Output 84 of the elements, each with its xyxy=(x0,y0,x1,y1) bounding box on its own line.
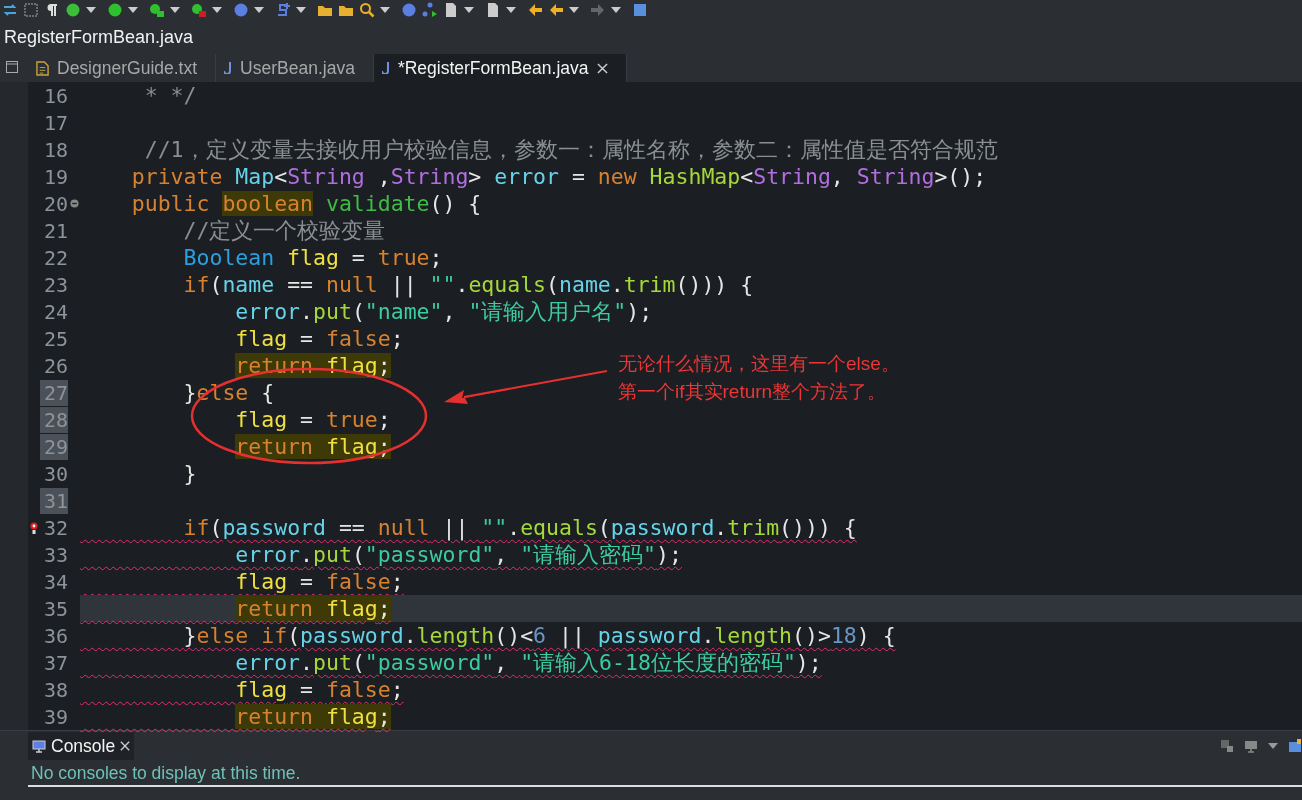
line-number: 33 xyxy=(42,541,68,568)
code-line: //定义一个校验变量 xyxy=(182,217,386,243)
code-line: flag = false; xyxy=(234,676,404,702)
console-tab[interactable]: Console xyxy=(28,732,135,760)
dropdown-caret-icon[interactable] xyxy=(296,7,306,13)
java-file-icon xyxy=(224,62,233,74)
window-icon[interactable] xyxy=(632,2,648,18)
code-line: error.put("password", "请输入密码"); xyxy=(234,541,682,567)
back-arrow-icon[interactable] xyxy=(548,2,564,18)
line-number: 34 xyxy=(42,568,68,595)
window-title: RegisterFormBean.java xyxy=(0,20,1302,54)
code-line: flag = false; xyxy=(234,568,404,594)
dropdown-caret-icon[interactable] xyxy=(506,7,516,13)
dropdown-caret-icon[interactable] xyxy=(170,7,180,13)
line-number: 28 xyxy=(40,406,68,433)
code-line: } xyxy=(182,460,197,486)
line-number: 37 xyxy=(42,649,68,676)
close-icon[interactable] xyxy=(120,741,131,751)
line-number: 35 xyxy=(42,595,68,622)
annotation-text: 第一个if其实return整个方法了。 xyxy=(618,380,888,404)
code-line: if(password == null || "".equals(password.trim())) { xyxy=(182,514,857,540)
annotation-text: 无论什么情况，这里有一个else。 xyxy=(618,352,900,376)
line-number: 21 xyxy=(42,217,68,244)
console-message: No consoles to display at this time. xyxy=(28,761,1302,787)
code-line: //1，定义变量去接收用户校验信息，参数一：属性名称，参数二：属性值是否符合规范 xyxy=(143,136,998,162)
code-line: }else if(password.length()<6 || password.length()>18) { xyxy=(182,622,896,648)
search-icon[interactable] xyxy=(359,2,375,18)
code-line: error.put("name", "请输入用户名"); xyxy=(234,298,653,324)
dropdown-caret-icon[interactable] xyxy=(611,7,621,13)
line-number: 27 xyxy=(40,379,68,406)
line-number: 32 xyxy=(42,514,68,541)
forward-arrow-icon[interactable] xyxy=(590,2,606,18)
line-number: 38 xyxy=(42,676,68,703)
line-number: 24 xyxy=(42,298,68,325)
line-number: 16 xyxy=(42,82,68,109)
line-number: 25 xyxy=(42,325,68,352)
dropdown-caret-icon[interactable] xyxy=(128,7,138,13)
code-line: Boolean flag = true; xyxy=(182,244,443,270)
back-arrow-icon[interactable] xyxy=(527,2,543,18)
monitor-icon[interactable] xyxy=(1244,739,1258,753)
pilcrow-icon[interactable] xyxy=(44,2,60,18)
select-icon[interactable] xyxy=(23,2,39,18)
line-number: 39 xyxy=(42,703,68,730)
editor-tab[interactable]: UserBean.java xyxy=(216,54,374,82)
line-number: 31 xyxy=(40,487,68,514)
code-line: if(name == null || "".equals(name.trim())) { xyxy=(182,271,754,297)
pin-console-icon[interactable] xyxy=(1220,739,1234,753)
line-number: 30 xyxy=(42,460,68,487)
dropdown-caret-icon[interactable] xyxy=(569,7,579,13)
fold-toggle-icon[interactable] xyxy=(69,199,79,208)
line-number: 17 xyxy=(42,109,68,136)
close-icon[interactable] xyxy=(596,62,608,74)
sync-icon[interactable] xyxy=(2,2,18,18)
code-line: public boolean validate() { xyxy=(130,190,482,216)
dropdown-caret-icon[interactable] xyxy=(212,7,222,13)
dropdown-caret-icon[interactable] xyxy=(254,7,264,13)
code-line: private Map<String ,String> error = new HashMap<String, String>(); xyxy=(130,163,987,189)
dropdown-caret-icon[interactable] xyxy=(464,7,474,13)
document-icon[interactable] xyxy=(485,2,501,18)
line-number: 26 xyxy=(42,352,68,379)
document-icon[interactable] xyxy=(443,2,459,18)
text-file-icon xyxy=(36,60,49,76)
line-number: 20 xyxy=(42,190,68,217)
editor-tab[interactable]: *RegisterFormBean.java xyxy=(373,54,627,82)
monitor-icon xyxy=(32,739,46,753)
code-line: flag = true; xyxy=(234,406,391,432)
line-number: 29 xyxy=(40,433,68,460)
line-number: 18 xyxy=(42,136,68,163)
line-number: 19 xyxy=(42,163,68,190)
line-number: 22 xyxy=(42,244,68,271)
minimize-icon[interactable] xyxy=(6,61,18,73)
line-number: 23 xyxy=(42,271,68,298)
java-file-icon xyxy=(381,62,390,74)
hierarchy-icon[interactable] xyxy=(422,2,438,18)
window-icon[interactable] xyxy=(1288,739,1302,753)
code-line: error.put("password", "请输入6-18位长度的密码"); xyxy=(234,649,822,675)
dropdown-caret-icon[interactable] xyxy=(1268,743,1278,749)
line-number: 36 xyxy=(42,622,68,649)
code-line: * */ xyxy=(143,82,197,108)
code-line: flag = false; xyxy=(234,325,404,351)
code-line: return flag; xyxy=(234,595,391,621)
dropdown-caret-icon[interactable] xyxy=(380,7,390,13)
dropdown-caret-icon[interactable] xyxy=(86,7,96,13)
code-line: return flag; xyxy=(234,703,391,729)
